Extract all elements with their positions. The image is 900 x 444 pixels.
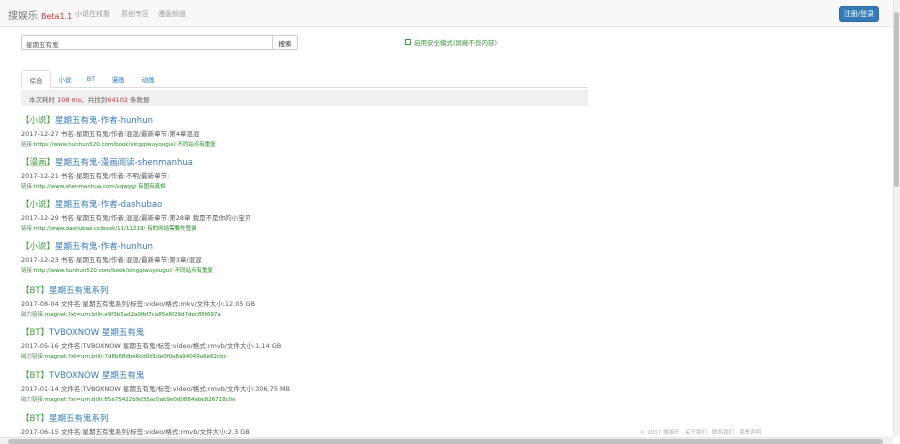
safe-mode-checkbox[interactable]: 启用安全模式(屏蔽不良内容) — [405, 37, 497, 47]
result-item: 【小说】星期五有鬼-作者-hunhun 2017-12-27 书名:星期五有鬼/… — [21, 114, 581, 148]
login-button[interactable]: 注册/登录 — [839, 6, 879, 22]
result-title-link[interactable]: 星期五有鬼系列 — [49, 414, 109, 424]
search-input[interactable]: 星期五有鬼 — [21, 35, 273, 50]
tab-novel[interactable]: 小说 — [51, 70, 79, 88]
result-source: 【小说】 — [21, 116, 56, 126]
result-link[interactable]: magnet:?xt=urn:btih:85e75422b9d35ac0ab9e… — [45, 397, 236, 403]
result-link-prefix: 磁力链接: — [21, 397, 45, 403]
result-title-link[interactable]: 星期五有鬼-作者-dashubao — [55, 200, 162, 210]
result-title[interactable]: 【漫画】星期五有鬼-漫画阅读-shenmanhua — [21, 156, 581, 168]
nav-link-original[interactable]: 原创专区 — [121, 9, 149, 19]
result-title[interactable]: 【BT】TVBOXNOW 星期五有鬼 — [21, 326, 581, 338]
result-title[interactable]: 【小说】星期五有鬼-作者-dashubao — [21, 198, 581, 210]
nav-link-novel-online[interactable]: 小说在线看 — [75, 9, 110, 19]
stats-middle: ，共找到 — [81, 96, 108, 104]
stats-time: 108 ms — [57, 96, 82, 104]
result-link[interactable]: http://www.dashubao.cc/book/11/11219/ 有的… — [34, 226, 197, 232]
result-meta: 2017-12-21 书名:星期五有鬼/作者:不明/最新章节: — [21, 172, 170, 180]
result-link-row: 链接:http://www.hunhun520.com/book/xingqiw… — [21, 266, 581, 274]
top-navbar: 搜娱乐 Beta1.1 小说在线看 原创专区 漫画频道 注册/登录 — [0, 0, 893, 27]
brand-logo[interactable]: 搜娱乐 Beta1.1 — [8, 7, 72, 22]
result-title[interactable]: 【BT】TVBOXNOW 星期五有鬼 — [21, 369, 581, 381]
result-item: 【小说】星期五有鬼-作者-hunhun 2017-12-23 书名:星期五有鬼/… — [21, 240, 581, 274]
result-link-prefix: 链接: — [21, 226, 34, 232]
result-meta: 2017-05-16 文件名:TVBOXNOW 星期五有鬼/标签:video/格… — [21, 342, 282, 350]
result-link[interactable]: magnet:?xt=urn:btih:e9f3b5ad2a0fbf7ca85e… — [45, 312, 221, 318]
result-item: 【BT】TVBOXNOW 星期五有鬼 2017-05-16 文件名:TVBOXN… — [21, 326, 581, 360]
result-title[interactable]: 【BT】星期五有鬼系列 — [21, 412, 581, 424]
result-link-row: 链接:https://www.hunhun520.com/book/xingqi… — [21, 140, 581, 148]
result-link-prefix: 链接: — [21, 184, 34, 190]
result-source: 【小说】 — [21, 200, 56, 210]
result-link-row: 磁力链接:magnet:?xt=urn:btih:7d8b68dbe6cd0d1… — [21, 352, 581, 360]
footer-links[interactable]: © 2017 搜娱乐 · 关于我们 · 联系我们 · 免责声明 — [640, 428, 761, 436]
brand-name[interactable]: 搜娱乐 — [8, 11, 38, 22]
result-title-link[interactable]: TVBOXNOW 星期五有鬼 — [49, 371, 144, 381]
result-source: 【BT】 — [21, 286, 50, 296]
result-link-prefix: 链接: — [21, 142, 34, 148]
result-link[interactable]: https://www.hunhun520.com/book/xingqiwuy… — [34, 142, 216, 148]
result-source: 【BT】 — [21, 414, 50, 424]
search-stats: 本次耗时 108 ms，共找到64102 条数据 — [21, 90, 588, 106]
vertical-scroll-thumb[interactable] — [894, 12, 899, 187]
nav-link-comics[interactable]: 漫画频道 — [158, 9, 186, 19]
horizontal-scroll-thumb[interactable] — [8, 439, 883, 444]
result-meta: 2017-12-29 书名:星期五有鬼/作者:混混/最新章节:第28章 我是不是… — [21, 214, 252, 222]
result-meta: 2017-08-04 文件名:星期五有鬼系列/标签:video/格式:mkv/文… — [21, 300, 256, 308]
category-tabs: 综合 小说 BT 漫画 动画 — [21, 70, 588, 89]
vertical-scrollbar[interactable] — [893, 0, 900, 437]
checkbox-icon[interactable] — [405, 39, 411, 45]
result-source: 【漫画】 — [21, 158, 56, 168]
result-title[interactable]: 【小说】星期五有鬼-作者-hunhun — [21, 240, 581, 252]
stats-count: 64102 — [107, 96, 128, 104]
tab-all[interactable]: 综合 — [21, 70, 51, 89]
result-link-row: 链接:http://www.dashubao.cc/book/11/11219/… — [21, 224, 581, 232]
result-title-link[interactable]: TVBOXNOW 星期五有鬼 — [49, 328, 144, 338]
horizontal-scrollbar[interactable] — [0, 437, 893, 444]
tab-anime[interactable]: 动画 — [133, 70, 163, 88]
result-meta: 2017-12-23 书名:星期五有鬼/作者:混混/最新章节:第3章/混混 — [21, 256, 202, 264]
result-item: 【BT】星期五有鬼系列 2017-08-04 文件名:星期五有鬼系列/标签:vi… — [21, 284, 581, 318]
result-link-row: 磁力链接:magnet:?xt=urn:btih:85e75422b9d35ac… — [21, 395, 581, 403]
brand-version: Beta1.1 — [41, 12, 73, 21]
result-item: 【BT】TVBOXNOW 星期五有鬼 2017-01-14 文件名:TVBOXN… — [21, 369, 581, 403]
result-link[interactable]: http://www.shenmanhua.com/xqwyg/ 有图有真相 — [34, 184, 166, 190]
result-source: 【小说】 — [21, 242, 56, 252]
result-link-row: 磁力链接:magnet:?xt=urn:btih:e9f3b5ad2a0fbf7… — [21, 310, 581, 318]
result-title-link[interactable]: 星期五有鬼-漫画阅读-shenmanhua — [55, 158, 193, 168]
result-link[interactable]: http://www.hunhun520.com/book/xingqiwuyo… — [34, 268, 213, 274]
safe-mode-label: 启用安全模式(屏蔽不良内容) — [414, 39, 498, 47]
search-button[interactable]: 搜索 — [272, 35, 298, 50]
result-link[interactable]: magnet:?xt=urn:btih:7d8b68dbe6cd0d1de0f0… — [45, 354, 227, 360]
tab-bt[interactable]: BT — [79, 70, 103, 88]
result-item: 【漫画】星期五有鬼-漫画阅读-shenmanhua 2017-12-21 书名:… — [21, 156, 581, 190]
result-title-link[interactable]: 星期五有鬼系列 — [49, 286, 109, 296]
result-item: 【BT】星期五有鬼系列 2017-06-15 文件名:星期五有鬼系列/标签:vi… — [21, 412, 581, 436]
result-meta: 2017-06-15 文件名:星期五有鬼系列/标签:video/格式:rmvb/… — [21, 428, 250, 436]
result-source: 【BT】 — [21, 371, 50, 381]
result-title[interactable]: 【BT】星期五有鬼系列 — [21, 284, 581, 296]
result-title[interactable]: 【小说】星期五有鬼-作者-hunhun — [21, 114, 581, 126]
result-source: 【BT】 — [21, 328, 50, 338]
result-link-prefix: 磁力链接: — [21, 354, 45, 360]
result-link-row: 链接:http://www.shenmanhua.com/xqwyg/ 有图有真… — [21, 182, 581, 190]
result-title-link[interactable]: 星期五有鬼-作者-hunhun — [55, 116, 153, 126]
result-item: 【小说】星期五有鬼-作者-dashubao 2017-12-29 书名:星期五有… — [21, 198, 581, 232]
result-link-prefix: 磁力链接: — [21, 312, 45, 318]
stats-prefix: 本次耗时 — [29, 96, 55, 104]
stats-suffix: 条数据 — [130, 96, 150, 104]
result-title-link[interactable]: 星期五有鬼-作者-hunhun — [55, 242, 153, 252]
tab-comics[interactable]: 漫画 — [103, 70, 133, 88]
result-meta: 2017-12-27 书名:星期五有鬼/作者:混混/最新章节:第4章混混 — [21, 130, 200, 138]
result-link-prefix: 链接: — [21, 268, 34, 274]
result-meta: 2017-01-14 文件名:TVBOXNOW 星期五有鬼/标签:video/格… — [21, 385, 291, 393]
